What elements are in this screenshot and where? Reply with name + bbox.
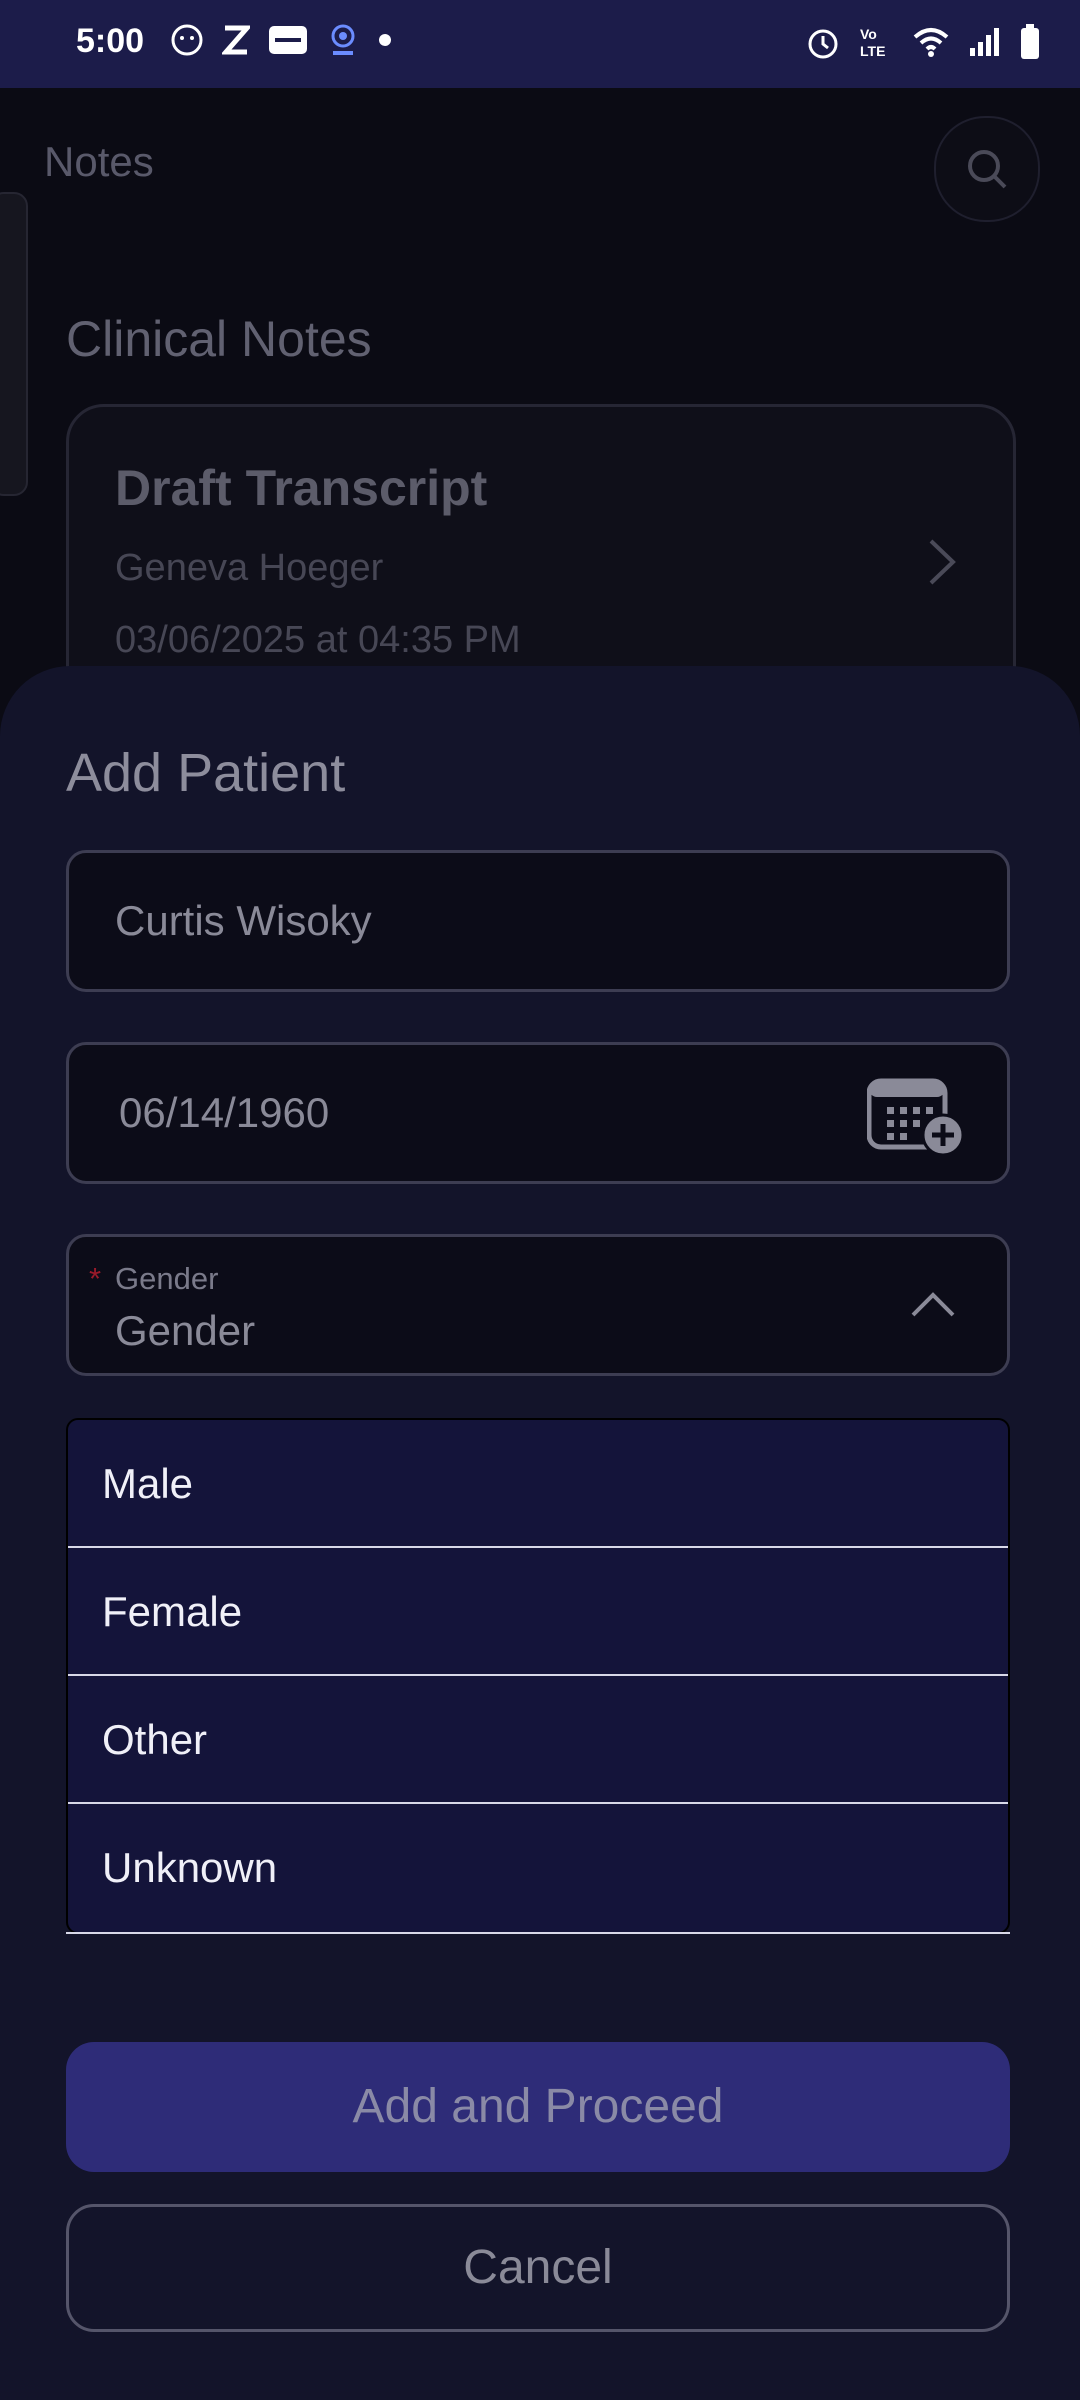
gender-option-unknown[interactable]: Unknown [68,1804,1008,1932]
gender-value: Gender [115,1307,256,1354]
svg-text:Vo: Vo [860,26,877,42]
signal-icon [970,28,999,56]
status-bar: 5:00 Vo LTE [0,0,1080,88]
chevron-up-icon [911,1292,955,1317]
page-title: Notes [44,138,154,185]
alarm-icon [808,29,838,59]
face-icon [171,24,203,56]
wifi-icon [913,28,949,57]
svg-text:LTE: LTE [860,43,885,59]
volte-icon: Vo LTE [860,26,885,59]
gender-options-list: Male Female Other Unknown [66,1418,1010,1934]
side-drawer-handle[interactable] [0,192,28,496]
add-patient-sheet: Add Patient Curtis Wisoky 06/14/1960 * G… [0,666,1080,2400]
calendar-add-icon[interactable] [867,1075,967,1157]
gender-option-other[interactable]: Other [68,1676,1008,1804]
z-app-icon [222,25,250,55]
dot-icon [379,34,391,46]
gender-option-male[interactable]: Male [68,1420,1008,1548]
search-button[interactable] [934,116,1040,222]
sheet-title: Add Patient [66,743,346,803]
webcam-icon [331,24,355,55]
gender-option-female[interactable]: Female [68,1548,1008,1676]
divider [66,1932,1010,1934]
note-card-date: 03/06/2025 at 04:35 PM [115,619,521,661]
add-and-proceed-button[interactable]: Add and Proceed [66,2042,1010,2172]
gender-select[interactable]: * Gender Gender [66,1234,1010,1376]
search-icon [968,150,1007,189]
vivo-icon [269,26,307,54]
date-of-birth-input[interactable]: 06/14/1960 [66,1042,1010,1184]
note-card-title: Draft Transcript [115,460,488,516]
cancel-button[interactable]: Cancel [66,2204,1010,2332]
section-title: Clinical Notes [66,311,372,367]
required-mark: * [89,1261,102,1296]
note-card-patient: Geneva Hoeger [115,547,384,589]
date-of-birth-value: 06/14/1960 [119,1089,330,1136]
status-time: 5:00 [76,22,145,60]
battery-icon [1021,24,1039,59]
patient-name-value: Curtis Wisoky [115,897,372,944]
gender-label-text: Gender [115,1261,219,1296]
chevron-right-icon [929,539,956,585]
patient-name-input[interactable]: Curtis Wisoky [66,850,1010,992]
gender-label: * Gender [89,1261,219,1297]
